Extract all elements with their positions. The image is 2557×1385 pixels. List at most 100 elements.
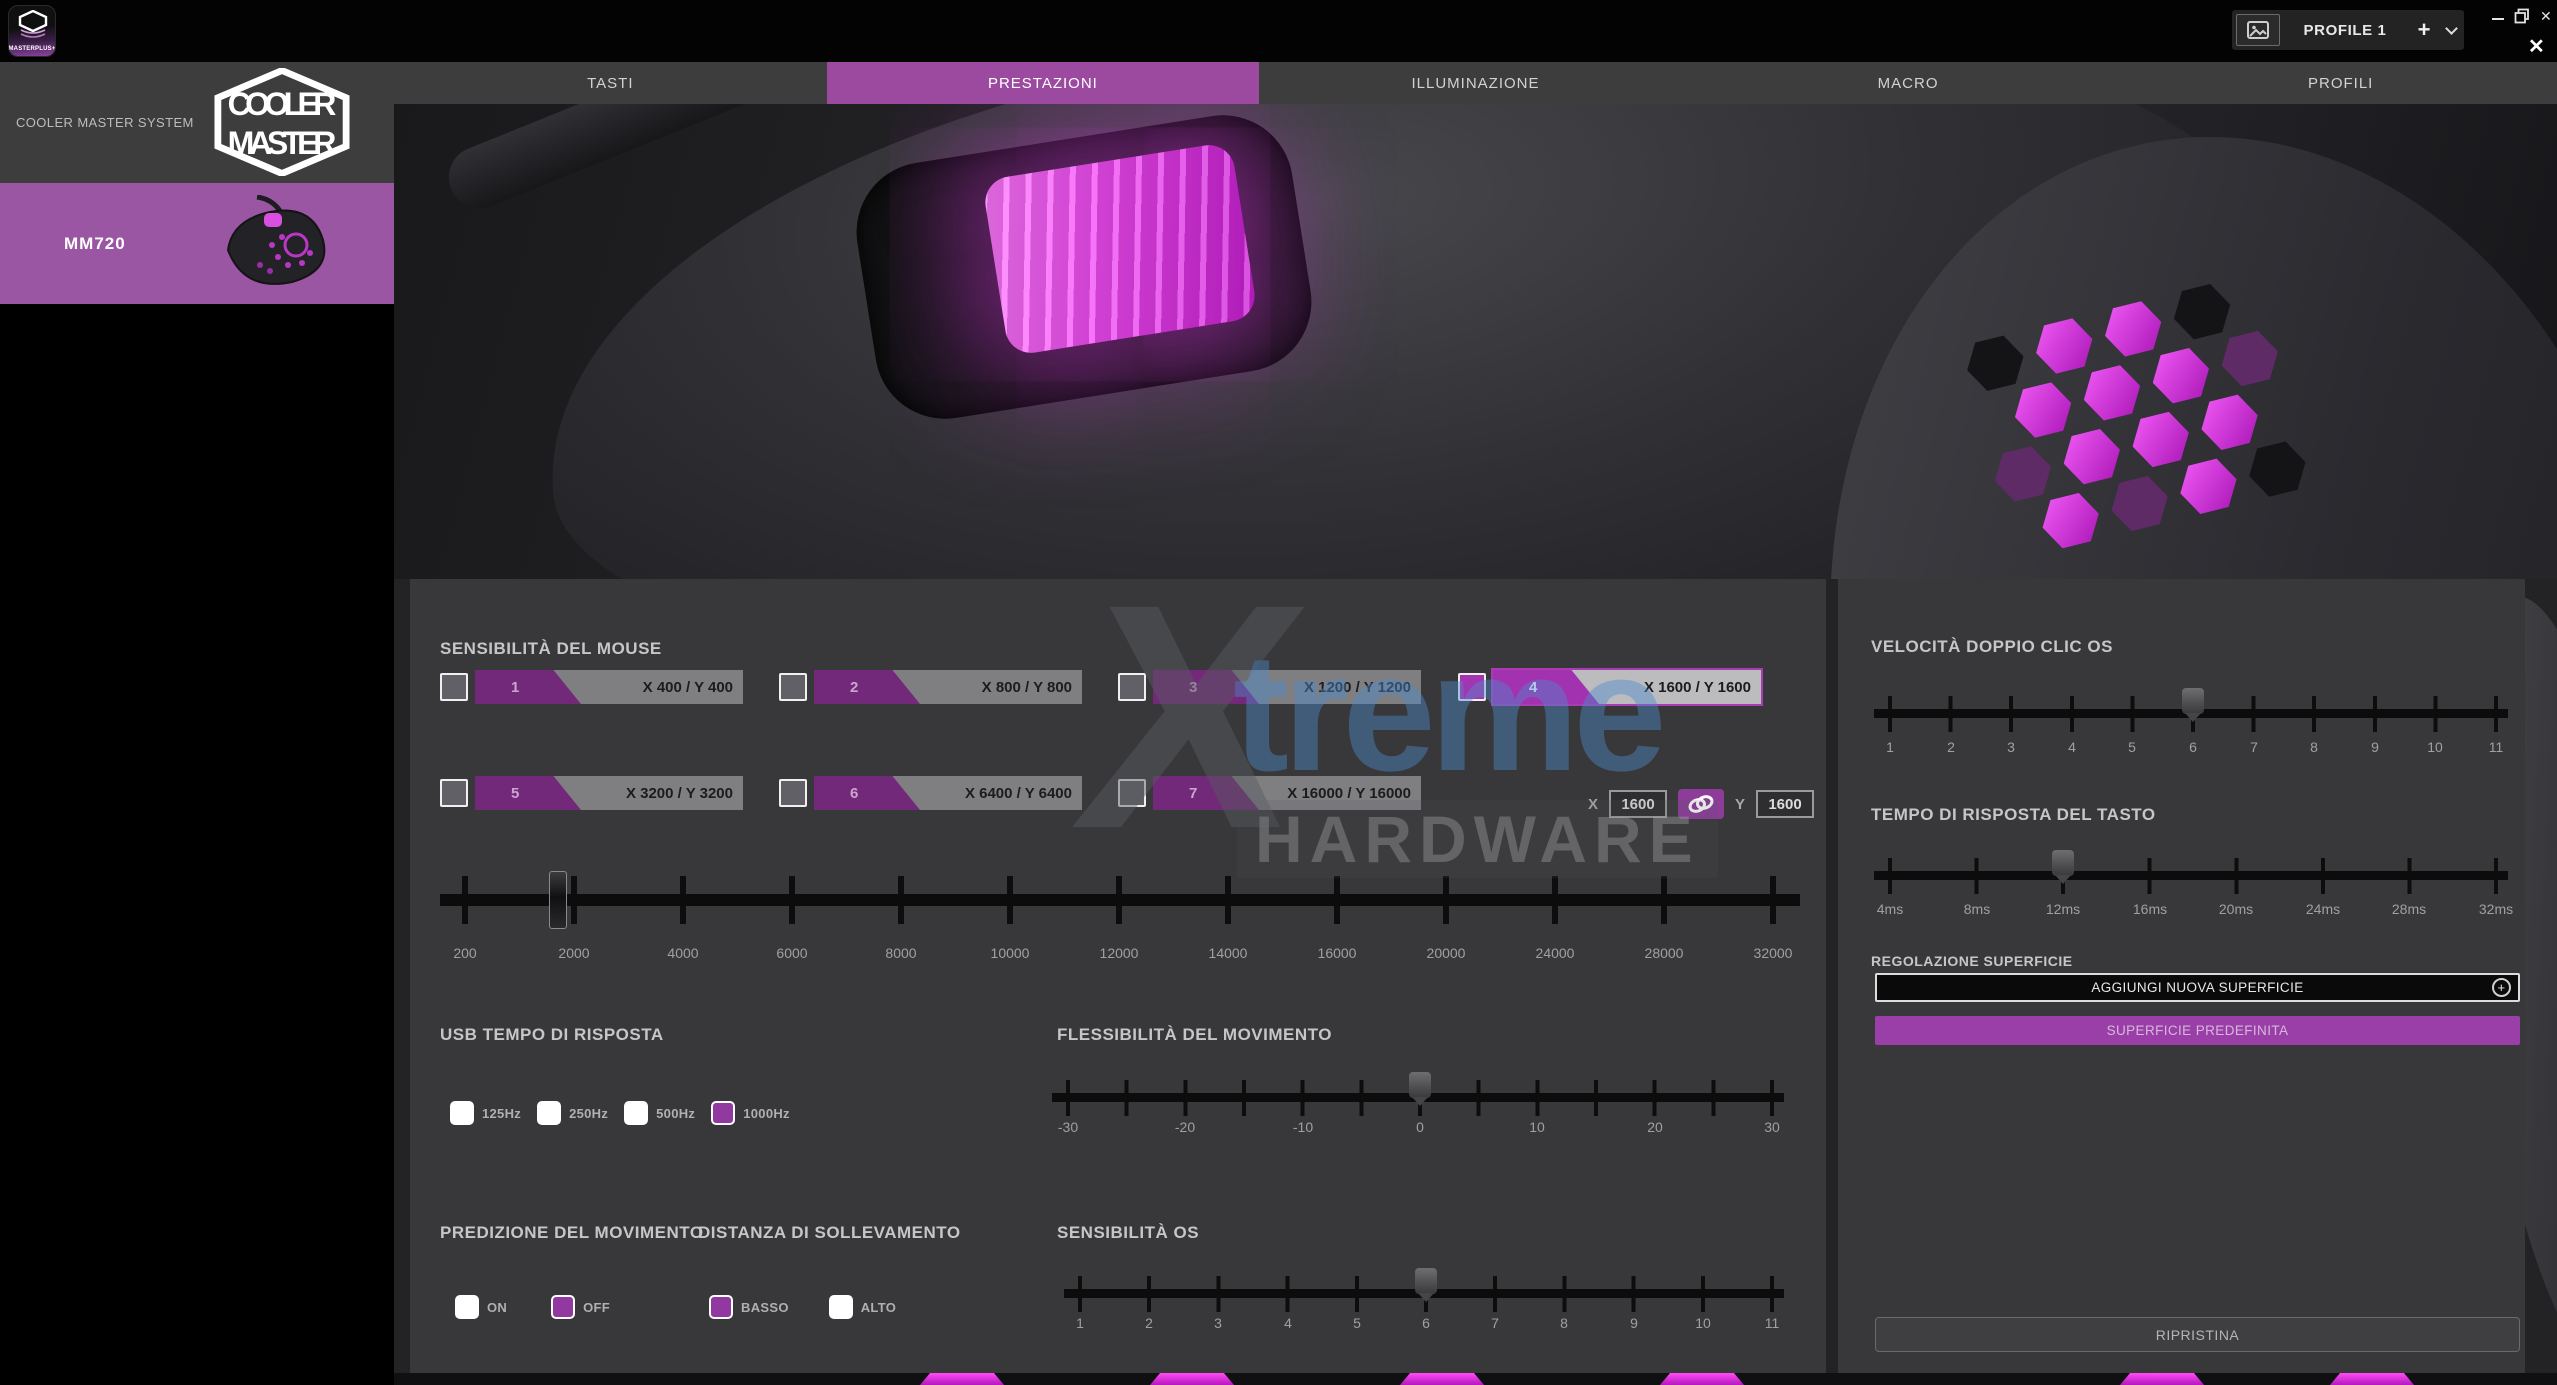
dpi-x-input[interactable] [1609, 790, 1667, 818]
tick-label: 2 [1947, 739, 1955, 755]
flexibility-slider-handle[interactable] [1409, 1072, 1431, 1098]
button-response-slider-handle[interactable] [2052, 850, 2074, 876]
photo-bottom-strip [394, 1373, 2557, 1385]
checkbox[interactable] [711, 1101, 735, 1125]
profile-dropdown-button[interactable] [2438, 10, 2464, 50]
checkbox[interactable] [829, 1295, 853, 1319]
dpi-number: 3 [1189, 679, 1197, 696]
tick-label: 4000 [667, 945, 698, 961]
option-label: 250Hz [569, 1106, 608, 1121]
checkbox[interactable] [709, 1295, 733, 1319]
flexibility-slider[interactable]: -30 -20 -10 0 10 20 30 [1066, 1059, 1774, 1143]
checkbox[interactable] [455, 1295, 479, 1319]
dpi-number-badge: 3 [1153, 670, 1259, 704]
slider-track[interactable] [1874, 871, 2508, 880]
dpi-slider-track[interactable] [440, 894, 1800, 906]
dpi-level-5[interactable]: 5X 3200 / Y 3200 [440, 775, 743, 811]
tick-label: -10 [1293, 1119, 1313, 1135]
profile-selector[interactable]: PROFILE 1 + [2232, 10, 2464, 50]
dpi-number-badge: 5 [475, 776, 581, 810]
tab-prestazioni[interactable]: PRESTAZIONI [827, 62, 1260, 104]
device-thumbnail [212, 195, 342, 295]
close-panel-button[interactable]: ✕ [2528, 34, 2545, 59]
dpi-number: 2 [850, 679, 858, 696]
add-profile-button[interactable]: + [2410, 19, 2438, 41]
option-label: 500Hz [656, 1106, 695, 1121]
dpi-bar: 5X 3200 / Y 3200 [475, 776, 743, 810]
slider-labels: -30 -20 -10 0 10 20 30 [1066, 1119, 1774, 1139]
tick-label: 7 [1491, 1315, 1499, 1331]
dpi-checkbox[interactable] [779, 673, 807, 701]
checkbox[interactable] [551, 1295, 575, 1319]
minimize-button[interactable] [2492, 12, 2504, 20]
sidebar-item-mm720[interactable]: MM720 [0, 183, 394, 304]
checkbox[interactable] [624, 1101, 648, 1125]
tab-tasti[interactable]: TASTI [394, 62, 827, 104]
tab-macro[interactable]: MACRO [1692, 62, 2125, 104]
dpi-level-4[interactable]: 4X 1600 / Y 1600 [1458, 669, 1761, 705]
tab-profili[interactable]: PROFILI [2124, 62, 2557, 104]
option-125hz[interactable]: 125Hz [450, 1101, 521, 1125]
section-title-os-sensitivity: SENSIBILITÀ OS [1057, 1223, 1199, 1243]
os-sensitivity-slider[interactable]: 1 2 3 4 5 6 7 8 9 10 11 [1078, 1255, 1774, 1339]
section-title-double-click: VELOCITÀ DOPPIO CLIC OS [1871, 637, 2113, 657]
tick-label: -20 [1175, 1119, 1195, 1135]
link-icon [1686, 794, 1716, 814]
option-on[interactable]: ON [455, 1295, 507, 1319]
slider-labels: 1 2 3 4 5 6 7 8 9 10 11 [1078, 1315, 1774, 1335]
profile-image-button[interactable] [2236, 14, 2280, 46]
section-title-usb: USB TEMPO DI RISPOSTA [440, 1025, 664, 1045]
add-surface-button[interactable]: AGGIUNGI NUOVA SUPERFICIE + [1875, 973, 2520, 1002]
dpi-level-2[interactable]: 2X 800 / Y 800 [779, 669, 1082, 705]
tick-label: 11 [1765, 1315, 1780, 1331]
tick-label: 6 [1422, 1315, 1430, 1331]
dpi-checkbox[interactable] [440, 779, 468, 807]
dpi-checkbox[interactable] [1118, 779, 1146, 807]
os-sensitivity-slider-handle[interactable] [1415, 1268, 1437, 1294]
dpi-checkbox[interactable] [1458, 673, 1486, 701]
dpi-level-1[interactable]: 1X 400 / Y 400 [440, 669, 743, 705]
option-basso[interactable]: BASSO [709, 1295, 789, 1319]
dpi-level-7[interactable]: 7X 16000 / Y 16000 [1118, 775, 1421, 811]
tick-label: 14000 [1209, 945, 1248, 961]
option-off[interactable]: OFF [551, 1295, 610, 1319]
tick-label: 28000 [1645, 945, 1684, 961]
dpi-checkbox[interactable] [1118, 673, 1146, 701]
option-250hz[interactable]: 250Hz [537, 1101, 608, 1125]
tick-label: 11 [2489, 739, 2504, 755]
section-title-prediction: PREDIZIONE DEL MOVIMENTO [440, 1223, 704, 1243]
checkbox[interactable] [450, 1101, 474, 1125]
dpi-level-6[interactable]: 6X 6400 / Y 6400 [779, 775, 1082, 811]
tab-illuminazione[interactable]: ILLUMINAZIONE [1259, 62, 1692, 104]
xy-lock-button[interactable] [1678, 789, 1724, 819]
restore-button[interactable] [2514, 8, 2530, 24]
dpi-number: 7 [1189, 785, 1197, 802]
dpi-level-3[interactable]: 3X 1200 / Y 1200 [1118, 669, 1421, 705]
dpi-slider-handle[interactable] [549, 871, 567, 929]
dpi-slider[interactable]: 200 2000 4000 6000 8000 10000 12000 1400… [462, 867, 1776, 967]
checkbox[interactable] [537, 1101, 561, 1125]
double-click-slider-handle[interactable] [2182, 688, 2204, 714]
dpi-y-input[interactable] [1756, 790, 1814, 818]
y-label: Y [1735, 796, 1745, 813]
dpi-number: 6 [850, 785, 858, 802]
tab-label: PROFILI [2308, 75, 2373, 92]
option-1000hz[interactable]: 1000Hz [711, 1101, 790, 1125]
default-surface-button[interactable]: SUPERFICIE PREDEFINITA [1875, 1016, 2520, 1045]
option-alto[interactable]: ALTO [829, 1295, 896, 1319]
dpi-bar: 2X 800 / Y 800 [814, 670, 1082, 704]
close-button[interactable]: ✕ [2540, 8, 2552, 24]
option-500hz[interactable]: 500Hz [624, 1101, 695, 1125]
chevron-down-icon [2445, 22, 2458, 35]
hexagon-stack-icon [16, 10, 50, 38]
tick-label: 24000 [1536, 945, 1575, 961]
double-click-slider[interactable]: 1 2 3 4 5 6 7 8 9 10 11 [1888, 675, 2498, 759]
dpi-checkbox[interactable] [779, 779, 807, 807]
dpi-number-badge: 7 [1153, 776, 1259, 810]
dpi-value: X 400 / Y 400 [643, 679, 743, 696]
dpi-checkbox[interactable] [440, 673, 468, 701]
reset-button[interactable]: RIPRISTINA [1875, 1317, 2520, 1352]
dpi-value: X 1600 / Y 1600 [1644, 679, 1761, 696]
tick-label: 200 [453, 945, 476, 961]
button-response-slider[interactable]: 4ms 8ms 12ms 16ms 20ms 24ms 28ms 32ms [1888, 837, 2498, 921]
